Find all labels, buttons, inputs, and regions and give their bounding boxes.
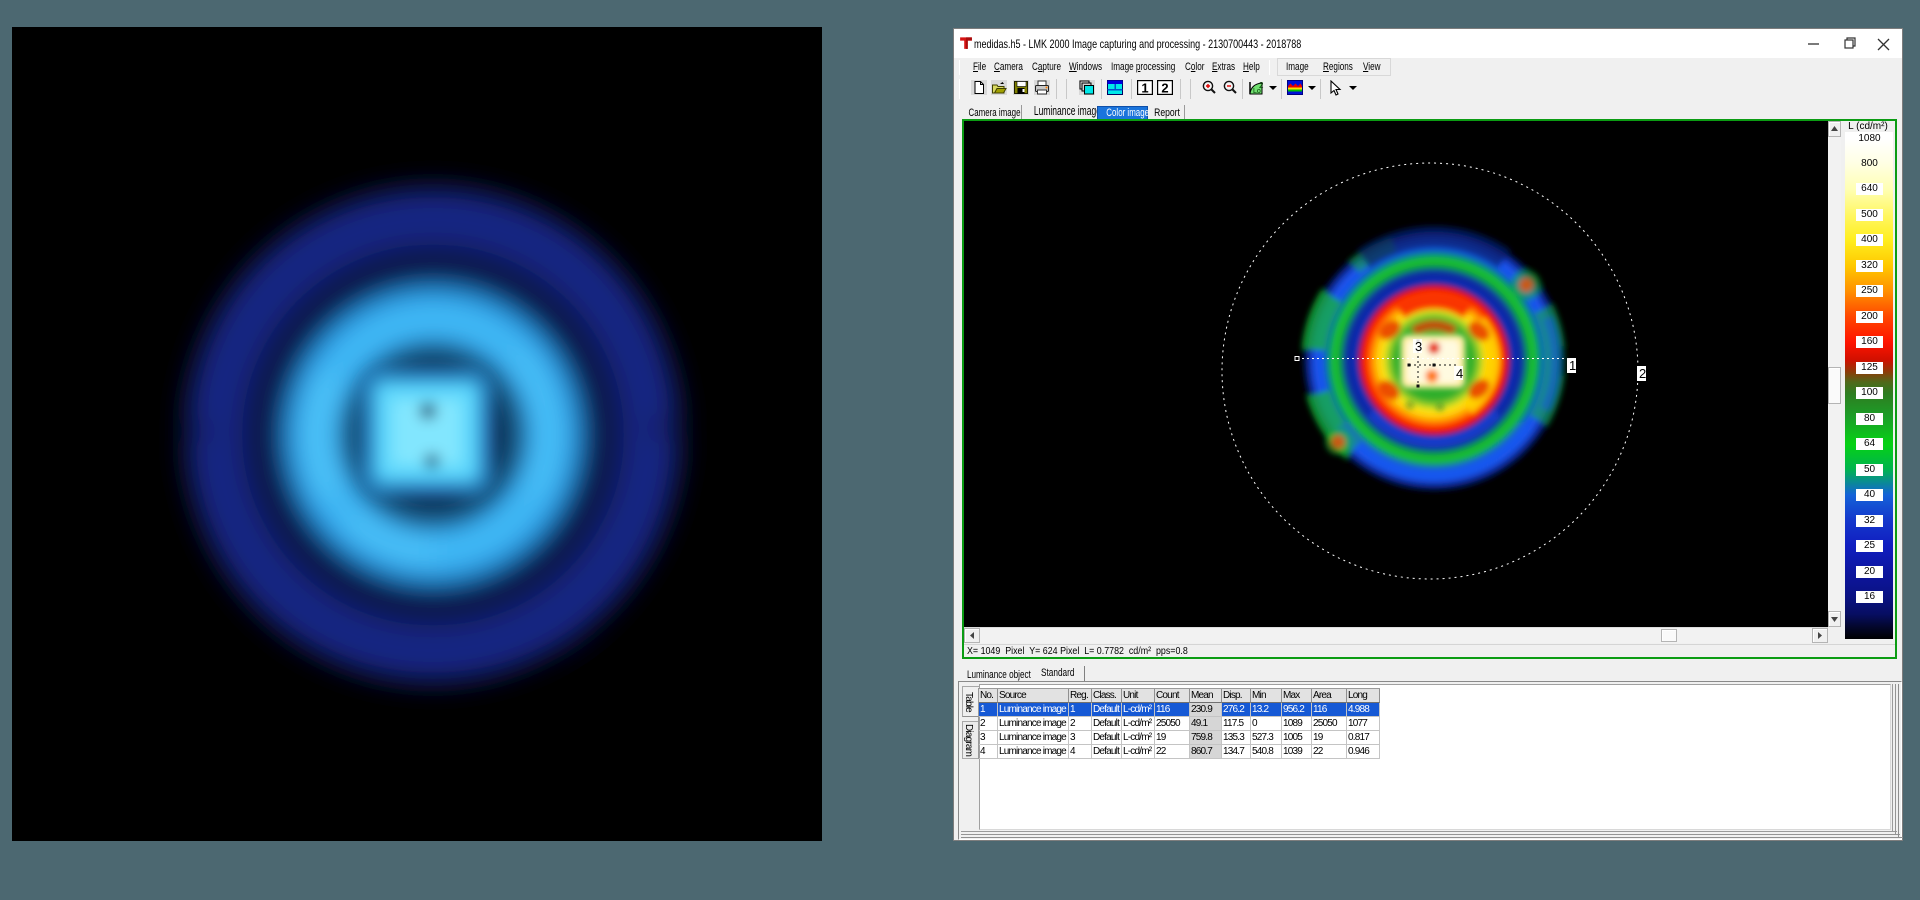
svg-text:2: 2 <box>1259 81 1264 90</box>
svg-text:1: 1 <box>1141 81 1148 96</box>
svg-text:4: 4 <box>1456 366 1463 381</box>
svg-text:3: 3 <box>1415 339 1422 354</box>
svg-text:2: 2 <box>1161 81 1168 96</box>
svg-text:1: 1 <box>1569 358 1576 373</box>
svg-text:2: 2 <box>1639 366 1646 381</box>
